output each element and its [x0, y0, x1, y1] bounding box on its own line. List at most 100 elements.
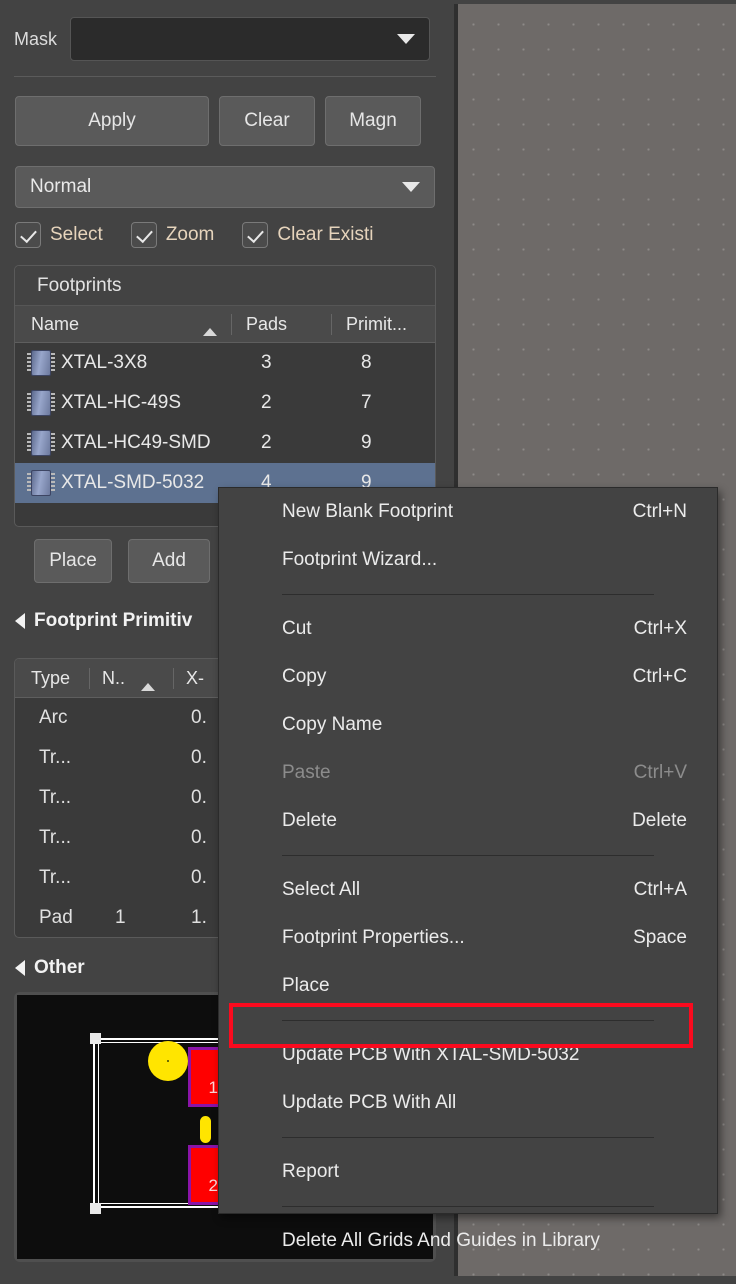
- footprint-pads-cell: 2: [261, 432, 272, 453]
- menu-item-label: Update PCB With XTAL-SMD-5032: [282, 1044, 580, 1065]
- selection-handle-bottom-left[interactable]: [90, 1203, 101, 1214]
- chevron-down-icon: [397, 34, 415, 44]
- menu-item-copy[interactable]: Copy Ctrl+C: [219, 653, 717, 701]
- menu-item-report[interactable]: Report: [219, 1148, 717, 1196]
- collapse-triangle-icon: [15, 960, 25, 976]
- menu-item-label: Paste: [282, 762, 331, 783]
- menu-item-copy-name[interactable]: Copy Name: [219, 701, 717, 749]
- menu-item-select-all[interactable]: Select All Ctrl+A: [219, 866, 717, 914]
- footprint-primitives-section-header[interactable]: Footprint Primitiv: [15, 610, 192, 632]
- footprint-name-label: XTAL-SMD-5032: [61, 472, 205, 493]
- menu-item-accelerator: Space: [633, 927, 687, 948]
- primitive-type-cell: Arc: [39, 707, 68, 728]
- footprint-name-cell: XTAL-HC49-SMD: [15, 430, 231, 456]
- column-header-pads[interactable]: Pads: [231, 313, 331, 335]
- column-header-name[interactable]: Name: [15, 313, 231, 336]
- place-button[interactable]: Place: [34, 539, 112, 583]
- menu-separator: [282, 1206, 654, 1207]
- menu-separator: [282, 1020, 654, 1021]
- footprint-name-label: XTAL-HC-49S: [61, 392, 182, 413]
- checkmark-icon: [242, 222, 269, 248]
- primitive-type-cell: Tr...: [39, 787, 72, 808]
- table-row[interactable]: XTAL-HC-49S 2 7: [15, 383, 435, 423]
- footprint-primitives-cell: 7: [361, 392, 372, 413]
- menu-item-footprint-wizard[interactable]: Footprint Wizard...: [219, 536, 717, 584]
- menu-item-delete-all-grids-and-guides[interactable]: Delete All Grids And Guides in Library: [219, 1217, 717, 1265]
- checkmark-icon: [130, 222, 157, 248]
- column-header-pads-label: Pads: [246, 313, 288, 334]
- footprint-chip-icon: [27, 470, 55, 496]
- menu-item-label: Footprint Wizard...: [282, 549, 438, 570]
- menu-item-update-pcb-with-all[interactable]: Update PCB With All: [219, 1079, 717, 1127]
- primitive-type-cell: Pad: [39, 907, 73, 928]
- menu-separator: [282, 1137, 654, 1138]
- silkscreen-bar: [200, 1116, 211, 1143]
- menu-item-cut[interactable]: Cut Ctrl+X: [219, 605, 717, 653]
- menu-item-paste: Paste Ctrl+V: [219, 749, 717, 797]
- checkbox-select-label: Select: [50, 224, 103, 245]
- menu-item-update-pcb-with-footprint[interactable]: Update PCB With XTAL-SMD-5032: [219, 1031, 717, 1079]
- primitive-type-cell: Tr...: [39, 747, 72, 768]
- apply-button[interactable]: Apply: [15, 96, 209, 146]
- mask-label: Mask: [14, 28, 58, 49]
- menu-separator: [282, 855, 654, 856]
- column-header-n[interactable]: N..: [89, 667, 173, 691]
- column-header-primitives-label: Primit...: [346, 313, 407, 334]
- footprint-primitives-cell: 9: [361, 432, 372, 453]
- mask-mode-combobox[interactable]: Normal: [15, 166, 435, 208]
- menu-item-new-blank-footprint[interactable]: New Blank Footprint Ctrl+N: [219, 488, 717, 536]
- checkbox-select[interactable]: Select: [15, 222, 103, 248]
- sort-ascending-icon: [203, 327, 217, 336]
- menu-item-label: Update PCB With All: [282, 1092, 457, 1113]
- menu-item-accelerator: Ctrl+X: [633, 618, 687, 639]
- menu-item-label: Place: [282, 975, 330, 996]
- checkbox-zoom-label: Zoom: [165, 224, 215, 245]
- footprint-pads-cell: 2: [261, 392, 272, 413]
- footprint-chip-icon: [27, 390, 55, 416]
- menu-item-label: Cut: [282, 618, 312, 639]
- checkmark-icon: [15, 222, 41, 248]
- add-button[interactable]: Add: [128, 539, 210, 583]
- table-row[interactable]: XTAL-3X8 3 8: [15, 343, 435, 383]
- primitive-type-cell: Tr...: [39, 827, 72, 848]
- checkbox-clear-existing[interactable]: Clear Existi: [242, 222, 373, 248]
- column-header-primitives[interactable]: Primit...: [331, 313, 435, 335]
- footprint-name-label: XTAL-HC49-SMD: [61, 432, 211, 453]
- menu-item-label: Report: [282, 1161, 340, 1182]
- checkbox-zoom[interactable]: Zoom: [130, 222, 215, 248]
- mask-row: Mask: [0, 16, 440, 62]
- menu-item-accelerator: Ctrl+V: [633, 762, 687, 783]
- footprint-list-buttons: Place Add: [34, 539, 210, 583]
- menu-item-label: Delete All Grids And Guides in Library: [282, 1230, 600, 1251]
- column-header-type[interactable]: Type: [15, 668, 89, 689]
- column-header-x-label: X-: [186, 667, 204, 688]
- pin1-center-dot: [167, 1060, 169, 1062]
- menu-item-accelerator: Delete: [632, 810, 687, 831]
- footprint-name-label: XTAL-3X8: [61, 352, 148, 373]
- primitive-n-cell: 1: [115, 907, 126, 928]
- panel-divider: [14, 76, 436, 77]
- menu-item-accelerator: Ctrl+N: [632, 501, 687, 522]
- footprint-name-cell: XTAL-HC-49S: [15, 390, 231, 416]
- sort-ascending-icon: [141, 682, 155, 691]
- footprint-pads-cell: 3: [261, 352, 272, 373]
- primitive-type-cell: Tr...: [39, 867, 72, 888]
- column-header-n-label: N..: [102, 667, 126, 688]
- magnify-button[interactable]: Magn: [325, 96, 421, 146]
- menu-item-footprint-properties[interactable]: Footprint Properties... Space: [219, 914, 717, 962]
- footprint-chip-icon: [27, 430, 55, 456]
- clear-button[interactable]: Clear: [219, 96, 315, 146]
- menu-item-place[interactable]: Place: [219, 962, 717, 1010]
- mask-combobox[interactable]: [70, 17, 430, 61]
- menu-separator: [282, 594, 654, 595]
- menu-item-label: Copy: [282, 666, 327, 687]
- menu-item-label: Copy Name: [282, 714, 383, 735]
- menu-item-accelerator: Ctrl+A: [633, 879, 687, 900]
- selection-handle-top-left[interactable]: [90, 1033, 101, 1044]
- collapse-triangle-icon: [15, 613, 25, 629]
- column-header-name-label: Name: [31, 313, 80, 334]
- footprint-name-cell: XTAL-SMD-5032: [15, 470, 231, 496]
- menu-item-delete[interactable]: Delete Delete: [219, 797, 717, 845]
- other-section-header[interactable]: Other: [15, 957, 85, 979]
- table-row[interactable]: XTAL-HC49-SMD 2 9: [15, 423, 435, 463]
